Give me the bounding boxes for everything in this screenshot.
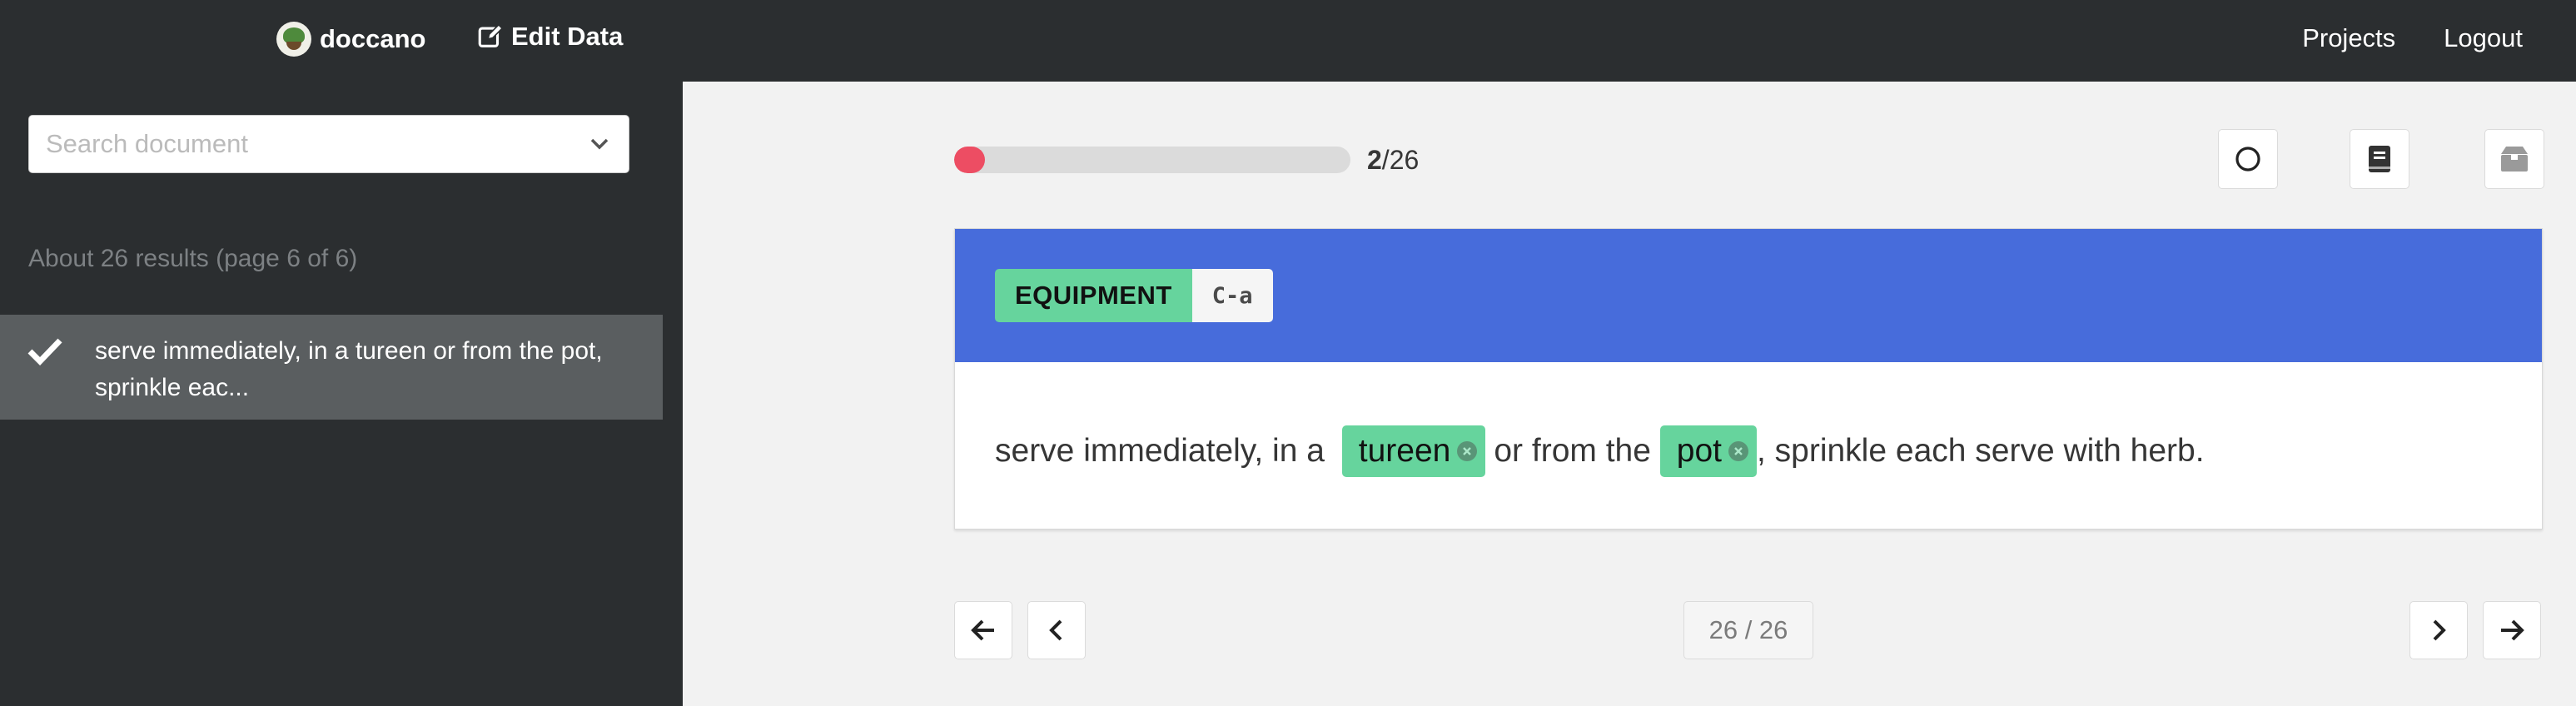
edit-data-label: Edit Data bbox=[511, 22, 624, 51]
brand-name: doccano bbox=[320, 24, 426, 53]
remove-entity-icon[interactable] bbox=[1728, 441, 1748, 461]
remove-entity-icon[interactable] bbox=[1457, 441, 1478, 461]
page-indicator: 26 / 26 bbox=[1683, 601, 1813, 659]
chevron-right-icon bbox=[2433, 619, 2446, 641]
arrow-right-icon bbox=[2501, 619, 2524, 641]
book-icon bbox=[2369, 146, 2390, 172]
sidebar: About 26 results (page 6 of 6) serve imm… bbox=[0, 82, 683, 706]
doccano-logo bbox=[276, 22, 311, 57]
label-shortcut: C-a bbox=[1191, 269, 1273, 322]
text-segment: or from the bbox=[1494, 433, 1660, 469]
first-page-button[interactable] bbox=[954, 601, 1012, 659]
progress-total: /26 bbox=[1381, 145, 1420, 175]
results-summary: About 26 results (page 6 of 6) bbox=[28, 245, 358, 272]
progress-count: 2/26 bbox=[1367, 145, 1419, 176]
projects-link[interactable]: Projects bbox=[2302, 23, 2395, 53]
circle-icon bbox=[2235, 147, 2260, 172]
arrow-left-icon bbox=[971, 619, 994, 641]
annotation-card: EQUIPMENT C-a serve immediately, in a tu… bbox=[954, 228, 2543, 530]
search-box bbox=[28, 115, 629, 173]
archive-button[interactable] bbox=[2484, 129, 2544, 189]
entity-text: pot bbox=[1676, 433, 1722, 469]
search-input[interactable] bbox=[46, 129, 587, 159]
document-preview-text: serve immediately, in a tureen or from t… bbox=[95, 337, 603, 401]
progress-fill bbox=[954, 147, 985, 173]
document-list-item[interactable]: serve immediately, in a tureen or from t… bbox=[0, 315, 663, 420]
prev-page-button[interactable] bbox=[1027, 601, 1086, 659]
chevron-down-icon[interactable] bbox=[587, 132, 612, 157]
label-equipment[interactable]: EQUIPMENT C-a bbox=[995, 269, 1273, 322]
guideline-button[interactable] bbox=[2350, 129, 2409, 189]
check-icon bbox=[27, 336, 63, 370]
document-text[interactable]: serve immediately, in a tureen or from t… bbox=[995, 425, 2205, 477]
nav-links: Projects Logout bbox=[2302, 23, 2523, 53]
progress-bar bbox=[954, 147, 1350, 173]
edit-data-link[interactable]: Edit Data bbox=[476, 22, 623, 52]
last-page-button[interactable] bbox=[2483, 601, 2541, 659]
top-navbar: doccano Edit Data Projects Logout bbox=[0, 0, 2576, 82]
logout-link[interactable]: Logout bbox=[2444, 23, 2523, 53]
entity-pot[interactable]: pot bbox=[1659, 425, 1757, 477]
edit-icon bbox=[478, 23, 504, 47]
progress-current: 2 bbox=[1367, 145, 1382, 175]
label-bar: EQUIPMENT C-a bbox=[955, 229, 2542, 362]
entity-text: tureen bbox=[1358, 433, 1451, 469]
archive-icon bbox=[2501, 147, 2528, 172]
chevron-left-icon bbox=[1049, 619, 1062, 641]
text-segment: , sprinkle each serve with herb. bbox=[1756, 433, 2205, 469]
approve-toggle-button[interactable] bbox=[2218, 129, 2278, 189]
text-segment: serve immediately, in a bbox=[995, 433, 1334, 469]
brand[interactable]: doccano bbox=[276, 22, 425, 57]
entity-tureen[interactable]: tureen bbox=[1341, 425, 1486, 477]
next-page-button[interactable] bbox=[2409, 601, 2468, 659]
label-name: EQUIPMENT bbox=[995, 269, 1192, 322]
